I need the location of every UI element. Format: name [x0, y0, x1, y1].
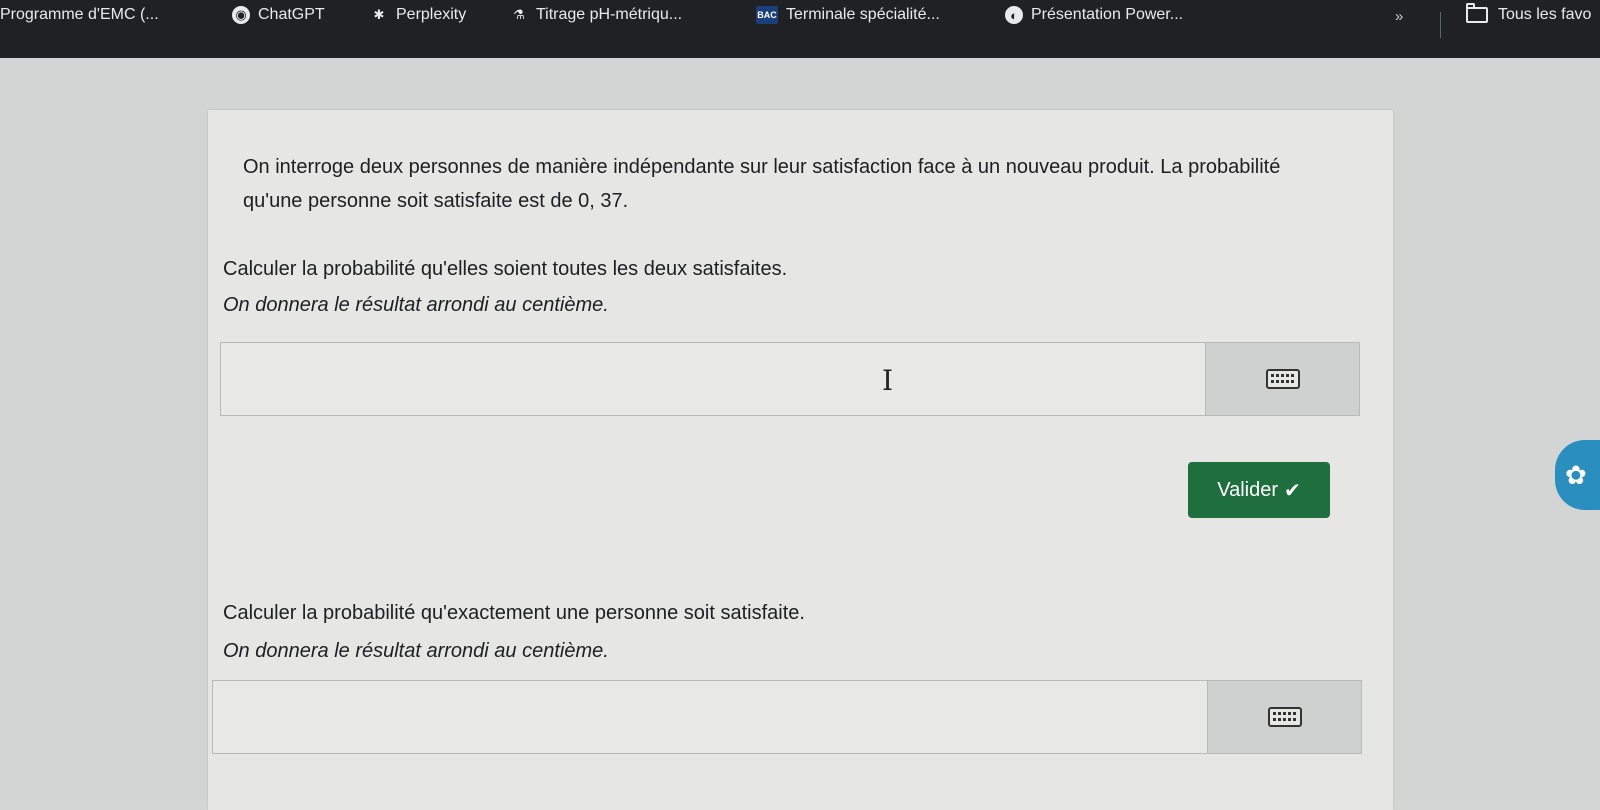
bookmark-label: Titrage pH-métriqu... — [536, 6, 683, 23]
question-2-hint: On donnera le résultat arrondi au centiè… — [223, 640, 609, 662]
bookmark-label: Programme d'EMC (... — [0, 6, 159, 23]
flask-icon: ⚗ — [513, 7, 525, 22]
bookmarks-bar: Programme d'EMC (... ◉ ChatGPT ✱ Perplex… — [0, 0, 1600, 58]
question-2-answer-row — [212, 680, 1362, 754]
checkmark-icon: ✔ — [1284, 479, 1301, 502]
bookmark-emc[interactable]: Programme d'EMC (... — [0, 6, 159, 24]
bookmarks-separator — [1440, 12, 1441, 38]
keyboard-icon — [1265, 369, 1300, 389]
bookmark-chatgpt[interactable]: ◉ ChatGPT — [232, 6, 325, 24]
valider-label: Valider — [1217, 478, 1278, 501]
question-1-hint: On donnera le résultat arrondi au centiè… — [223, 294, 609, 316]
bookmarks-folder-label: Tous les favo — [1498, 6, 1592, 23]
bookmark-label: Terminale spécialité... — [786, 6, 940, 23]
question-1-answer-row: I — [220, 342, 1360, 416]
question-2-keyboard-button[interactable] — [1207, 680, 1362, 754]
folder-icon — [1466, 3, 1488, 23]
text-cursor-icon: I — [882, 364, 894, 397]
question-1-keyboard-button[interactable] — [1205, 342, 1360, 416]
question-2-title: Calculer la probabilité qu'exactement un… — [223, 602, 805, 624]
bookmarks-all-folder[interactable]: Tous les favo — [1466, 3, 1592, 24]
perplexity-icon: ✱ — [373, 7, 385, 22]
bookmarks-overflow-chevron-icon[interactable]: » — [1395, 8, 1403, 25]
bookmark-label: Présentation Power... — [1031, 6, 1184, 23]
valider-button[interactable]: Valider ✔ — [1188, 462, 1330, 518]
chatgpt-icon: ◉ — [232, 6, 250, 24]
bookmark-terminale[interactable]: BAC Terminale spécialité... — [756, 6, 940, 24]
floating-helper-icon[interactable]: ✿ — [1555, 440, 1600, 510]
bookmark-presentation[interactable]: ◐ Présentation Power... — [1005, 6, 1183, 24]
bookmark-titrage[interactable]: ⚗ Titrage pH-métriqu... — [510, 6, 682, 24]
bac-icon: BAC — [756, 6, 778, 24]
bookmark-perplexity[interactable]: ✱ Perplexity — [370, 6, 467, 24]
question-2-answer-input[interactable] — [212, 680, 1207, 754]
question-1-title: Calculer la probabilité qu'elles soient … — [223, 258, 788, 280]
bookmark-label: Perplexity — [396, 6, 467, 23]
globe-icon: ◐ — [1005, 6, 1023, 24]
exercise-card: On interroge deux personnes de manière i… — [208, 110, 1393, 810]
exercise-intro: On interroge deux personnes de manière i… — [243, 156, 1281, 212]
keyboard-icon — [1267, 707, 1302, 727]
bookmark-label: ChatGPT — [258, 6, 325, 23]
question-1-answer-input[interactable] — [220, 342, 1205, 416]
